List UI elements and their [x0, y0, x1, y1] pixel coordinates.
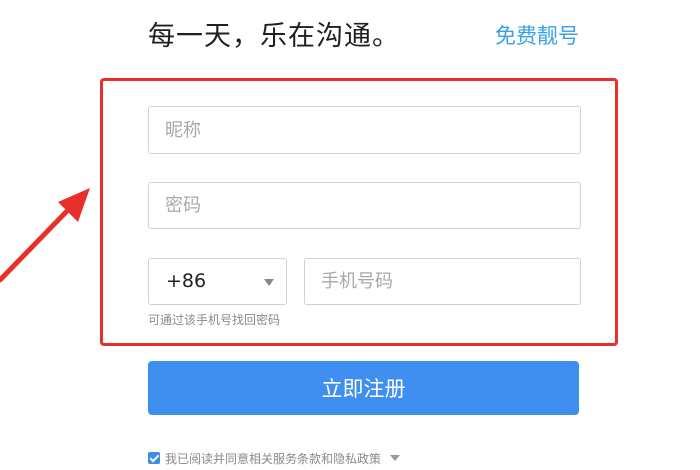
agreement-text: 我已阅读并同意相关服务条款和隐私政策: [165, 451, 382, 466]
red-arrow-icon: [0, 188, 90, 283]
chevron-down-icon[interactable]: [390, 455, 401, 461]
phone-hint: 可通过该手机号找回密码: [148, 313, 281, 327]
nickname-input[interactable]: [148, 106, 581, 154]
register-button[interactable]: 立即注册: [148, 361, 579, 415]
free-number-link[interactable]: 免费靓号: [495, 20, 579, 50]
slogan: 每一天，乐在沟通。: [148, 21, 400, 52]
country-code-select[interactable]: +86: [148, 258, 287, 305]
agreement-row: 我已阅读并同意相关服务条款和隐私政策: [148, 449, 401, 467]
phone-input[interactable]: [304, 258, 581, 305]
chevron-down-icon: [264, 279, 274, 286]
password-input[interactable]: [148, 182, 581, 229]
country-code-value: +86: [166, 270, 207, 292]
agreement-checkbox[interactable]: [148, 452, 160, 464]
